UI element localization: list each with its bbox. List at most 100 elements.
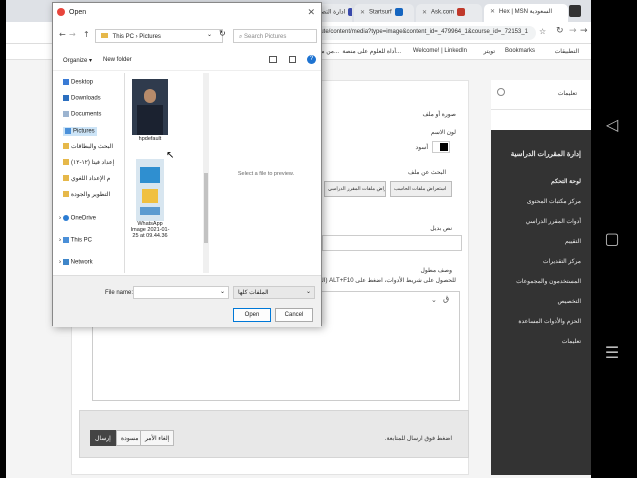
bookmark-apps[interactable]: التطبيقات <box>555 48 579 55</box>
back-icon[interactable]: ← <box>59 30 66 39</box>
sidebar-item-customization[interactable]: التخصيص <box>557 298 581 305</box>
sidebar-item-course-tools[interactable]: أدوات المقرر الدراسي <box>526 218 581 225</box>
cancel-button[interactable]: Cancel <box>275 308 313 322</box>
notifications-label[interactable]: تعليمات <box>558 90 577 97</box>
folder-icon <box>101 33 108 38</box>
tree-item-folder-4[interactable]: التطوير والجودة <box>63 191 110 198</box>
file-type-value: الملفات كلها <box>238 290 269 296</box>
navigation-pane: Desktop Downloads Documents Pictures الب… <box>57 73 125 273</box>
tree-item-onedrive[interactable]: › OneDrive <box>59 215 96 222</box>
preview-pane-icon[interactable] <box>289 56 296 63</box>
folder-icon <box>63 191 69 198</box>
back-triangle-icon[interactable]: ◁ <box>603 116 621 134</box>
tab-label: Ask.com <box>431 9 455 16</box>
alt-text-label: نص بديل <box>430 226 452 232</box>
tree-item-downloads[interactable]: Downloads <box>63 95 101 102</box>
tree-item-this-pc[interactable]: › This PC <box>59 237 92 244</box>
back-icon[interactable]: → <box>580 26 588 36</box>
sidebar-item-content-collection[interactable]: مركز مكتبات المحتوى <box>527 198 581 205</box>
file-item[interactable]: hpdefault <box>129 79 171 149</box>
bookmark-folder[interactable]: Bookmarks <box>505 48 535 54</box>
tree-item-documents[interactable]: Documents <box>63 111 101 118</box>
mouse-cursor-icon: ↖ <box>166 150 175 161</box>
new-folder-button[interactable]: New folder <box>103 57 132 63</box>
file-name: WhatsApp Image 2021-01-25 at 09.44.36 <box>130 221 170 239</box>
info-icon[interactable] <box>497 88 505 96</box>
recents-icon[interactable]: ☰ <box>603 344 621 362</box>
folder-icon <box>63 143 69 150</box>
chevron-down-icon[interactable]: ⌄ <box>207 31 212 38</box>
file-list-scrollbar[interactable] <box>203 73 209 273</box>
url-field[interactable]: ecute/content/media?type=image&content_i… <box>306 26 536 40</box>
open-button[interactable]: Open <box>233 308 271 322</box>
chevron-down-icon[interactable]: ⌄ <box>431 296 437 304</box>
description-label: وصف مطول <box>420 268 452 274</box>
tab-ask[interactable]: ✕ Ask.com <box>416 4 482 22</box>
dialog-toolbar: Organize ▾ New folder ? <box>53 51 321 71</box>
view-icon[interactable] <box>269 56 277 63</box>
poster-thumbnail <box>136 159 164 221</box>
folder-icon <box>63 159 69 166</box>
organize-button[interactable]: Organize ▾ <box>63 57 92 64</box>
spellcheck-icon[interactable]: ﻕ <box>443 294 449 303</box>
browse-content-button[interactable]: استعراض ملفات المقرر الدراسي <box>324 181 386 197</box>
breadcrumb-this-pc[interactable]: This PC <box>113 34 134 40</box>
tree-item-folder-1[interactable]: البحث والبطاقات <box>63 143 113 150</box>
tree-item-folder-2[interactable]: إعداد فيتا (١٢-١٢) <box>63 159 114 166</box>
alt-text-input[interactable] <box>322 235 462 251</box>
sidebar-item-users-groups[interactable]: المستخدمون والمجموعات <box>516 278 581 285</box>
cancel-button[interactable]: إلغاء الأمر <box>140 430 175 446</box>
home-square-icon[interactable]: ▢ <box>603 230 621 248</box>
dialog-footer: File name: ⌄ الملفات كلها ⌄ Open Cancel <box>53 275 321 327</box>
tree-item-desktop[interactable]: Desktop <box>63 79 93 86</box>
sidebar-item-control-panel[interactable]: لوحة التحكم <box>551 178 581 185</box>
sidebar-header: تعليمات <box>491 80 591 110</box>
sidebar-item-grade-center[interactable]: مركز التقديرات <box>543 258 581 265</box>
cloud-icon <box>62 215 69 221</box>
chevron-down-icon: ⌄ <box>305 289 311 295</box>
folder-icon <box>63 175 69 182</box>
chevron-down-icon[interactable]: ⌄ <box>220 288 225 295</box>
tab-msn[interactable]: ✕ Hex | MSN السعودية <box>484 4 568 22</box>
tree-item-pictures[interactable]: Pictures <box>63 127 97 136</box>
close-icon[interactable]: ✕ <box>360 10 365 16</box>
open-file-dialog: Open ✕ ← → ↑ This PC › Pictures ⌄ ↻ ⌕ Se… <box>52 2 322 327</box>
bookmark-twitter[interactable]: تويتر <box>483 48 495 55</box>
submit-hint: اضغط فوق ارسال للمتابعة. <box>384 436 452 442</box>
sidebar-item-help[interactable]: تعليمات <box>562 338 581 345</box>
close-icon[interactable]: ✕ <box>422 10 427 16</box>
close-icon[interactable]: ✕ <box>490 9 495 15</box>
bookmark-linkedin[interactable]: Welcome! | LinkedIn <box>413 48 467 54</box>
refresh-icon[interactable]: ↻ <box>219 29 226 38</box>
file-type-select[interactable]: الملفات كلها ⌄ <box>233 286 315 299</box>
browse-my-computer-button[interactable]: استعراض ملفات الحاسب <box>390 181 452 197</box>
forward-icon[interactable]: → <box>69 30 76 39</box>
submit-button[interactable]: إرسال <box>90 430 116 446</box>
forward-icon[interactable]: → <box>569 26 577 36</box>
close-icon[interactable]: ✕ <box>307 7 315 18</box>
path-breadcrumb[interactable]: This PC › Pictures <box>95 29 223 43</box>
color-swatch[interactable] <box>432 141 450 153</box>
submit-bar: إرسال مسودة إلغاء الأمر اضغط فوق ارسال ل… <box>79 410 469 458</box>
sidebar-item-packages-utilities[interactable]: الحزم والأدوات المساعدة <box>518 318 581 325</box>
star-icon[interactable]: ☆ <box>539 27 546 36</box>
tree-item-folder-3[interactable]: م الإعداد اللغوي <box>63 175 110 182</box>
breadcrumb-pictures[interactable]: Pictures <box>139 34 161 40</box>
file-item[interactable]: WhatsApp Image 2021-01-25 at 09.44.36 <box>129 159 171 269</box>
sidebar-item-evaluation[interactable]: التقييم <box>565 238 581 245</box>
reload-icon[interactable]: ↻ <box>556 26 564 36</box>
screen: ✕ Hex | MSN السعودية ✕ Ask.com ✕ Startsurf … <box>6 0 591 478</box>
phone-nav-bar: ◁ ▢ ☰ <box>591 0 637 478</box>
bookmark-tool[interactable]: أداة للعلوم على منصة... <box>342 48 401 55</box>
browse-label: البحث عن ملف <box>408 170 446 176</box>
help-icon[interactable]: ? <box>307 55 316 64</box>
tree-item-network[interactable]: › Network <box>59 259 93 266</box>
dialog-nav: ← → ↑ This PC › Pictures ⌄ ↻ ⌕ Search Pi… <box>53 25 321 47</box>
file-name-input[interactable]: ⌄ <box>133 286 229 299</box>
scrollbar-thumb[interactable] <box>204 173 208 243</box>
up-icon[interactable]: ↑ <box>83 30 90 39</box>
search-input[interactable]: ⌕ Search Pictures <box>233 29 317 43</box>
tab-startsurf[interactable]: ✕ Startsurf <box>354 4 414 22</box>
menu-title: إدارة المقررات الدراسية <box>510 151 581 158</box>
pictures-icon <box>65 128 71 134</box>
